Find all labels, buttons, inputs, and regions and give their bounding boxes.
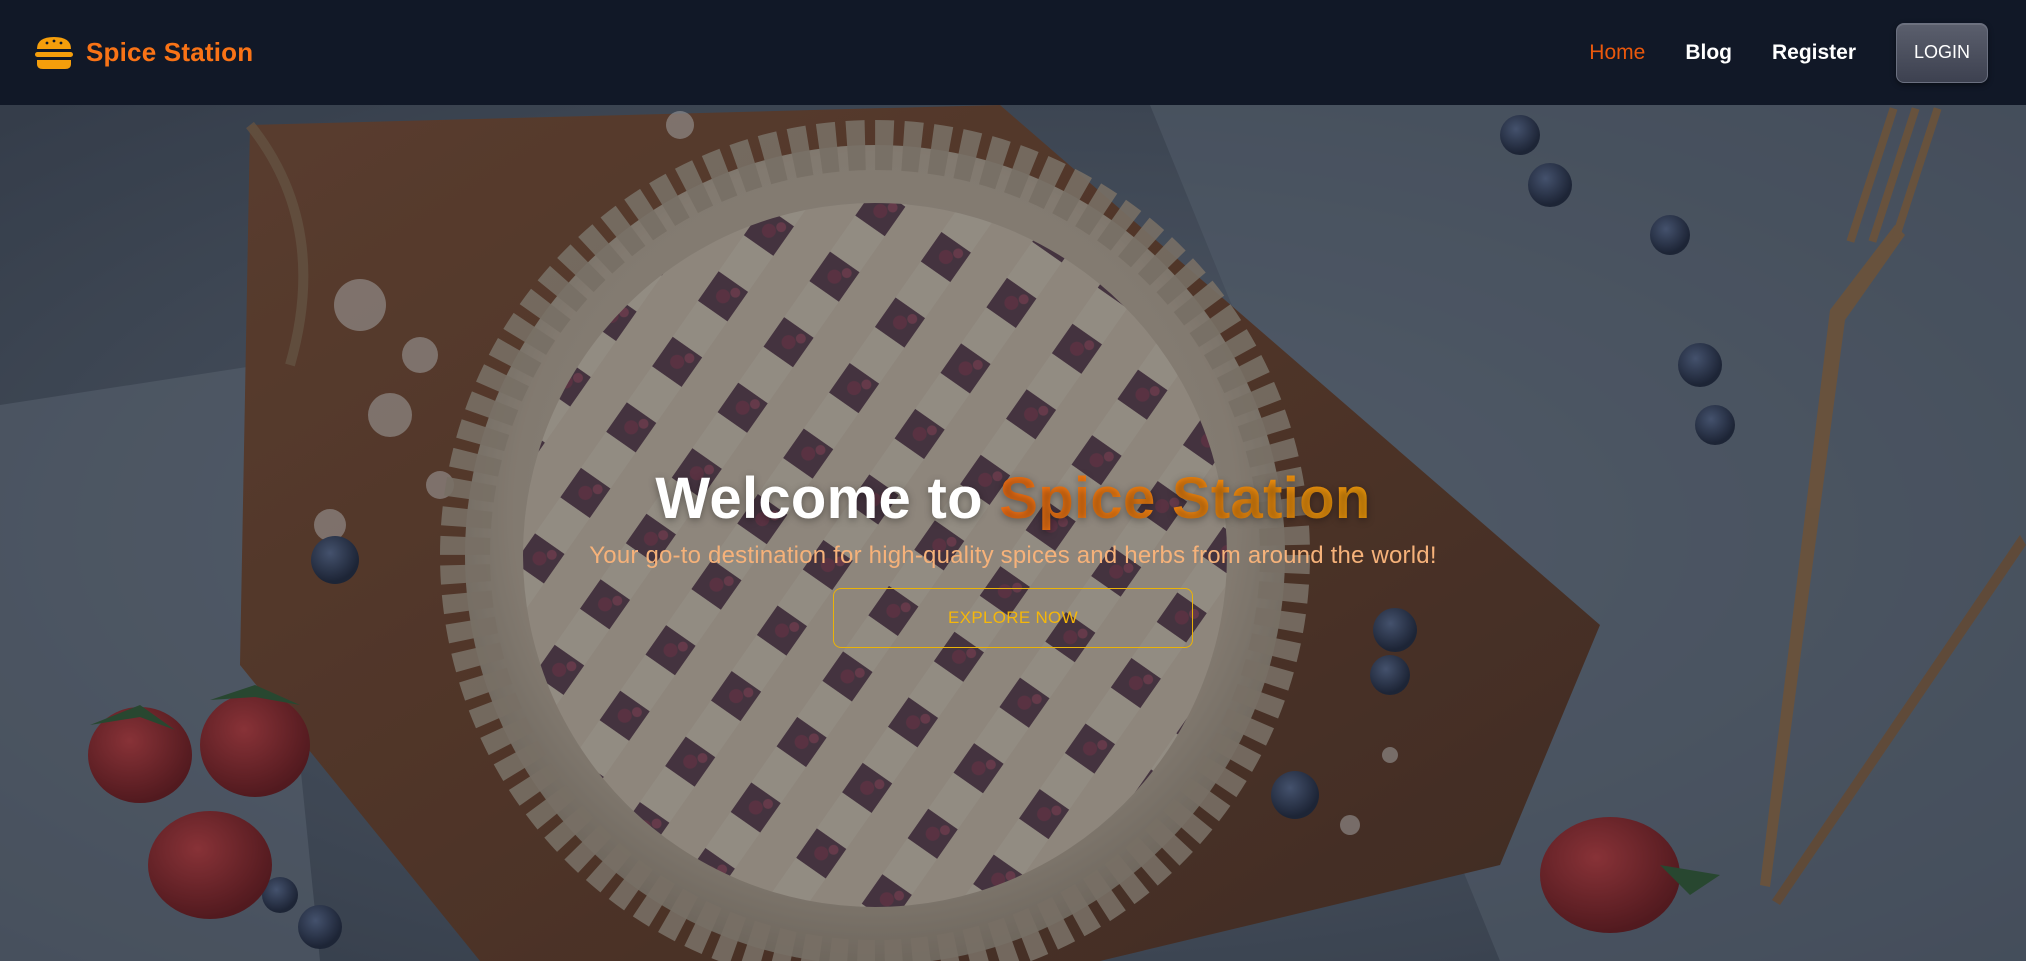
brand-name: Spice Station (86, 37, 254, 67)
nav-link-blog[interactable]: Blog (1685, 41, 1732, 65)
brand-logo-link[interactable]: Spice Station (34, 35, 253, 71)
hero-section: Welcome to Spice Station Your go-to dest… (0, 105, 2026, 961)
nav-link-register[interactable]: Register (1772, 41, 1856, 65)
hero-subtitle: Your go-to destination for high-quality … (589, 542, 1437, 569)
hero-title: Welcome to Spice Station (655, 465, 1370, 532)
nav-menu: Home Blog Register LOGIN (1589, 22, 1988, 83)
login-button[interactable]: LOGIN (1896, 22, 1988, 83)
hero-title-accent: Spice Station (999, 466, 1371, 531)
hero-content: Welcome to Spice Station Your go-to dest… (0, 105, 2026, 961)
navbar: Spice Station Home Blog Register LOGIN (0, 0, 2026, 105)
burger-icon (35, 36, 73, 69)
hero-title-prefix: Welcome to (655, 466, 1000, 531)
explore-now-button[interactable]: EXPLORE NOW (833, 588, 1193, 648)
nav-link-home[interactable]: Home (1589, 41, 1645, 65)
